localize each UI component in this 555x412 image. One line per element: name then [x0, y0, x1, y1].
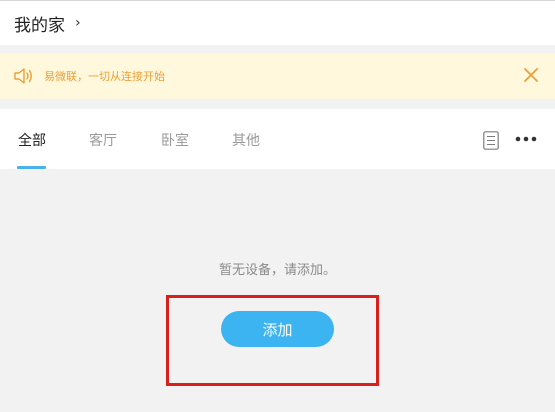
- chevron-right-icon[interactable]: ›: [75, 16, 81, 30]
- room-tabs: 全部 客厅 卧室 其他: [0, 109, 555, 169]
- speaker-icon: [14, 68, 32, 84]
- tab-all[interactable]: 全部: [18, 130, 46, 150]
- tab-living-room[interactable]: 客厅: [89, 130, 117, 150]
- more-icon[interactable]: [515, 135, 537, 143]
- home-header[interactable]: 我的家 ›: [0, 1, 555, 45]
- close-icon[interactable]: [522, 66, 540, 84]
- home-title[interactable]: 我的家: [14, 11, 65, 36]
- empty-state-message: 暂无设备，请添加。: [218, 263, 336, 278]
- tab-other[interactable]: 其他: [232, 130, 260, 150]
- tab-bedroom[interactable]: 卧室: [161, 130, 189, 150]
- notice-text: 易微联，一切从连接开始: [44, 70, 165, 83]
- list-icon[interactable]: [483, 131, 499, 150]
- add-device-button[interactable]: 添加: [221, 311, 334, 347]
- notice-banner: 易微联，一切从连接开始: [0, 53, 555, 99]
- active-tab-indicator: [17, 166, 46, 169]
